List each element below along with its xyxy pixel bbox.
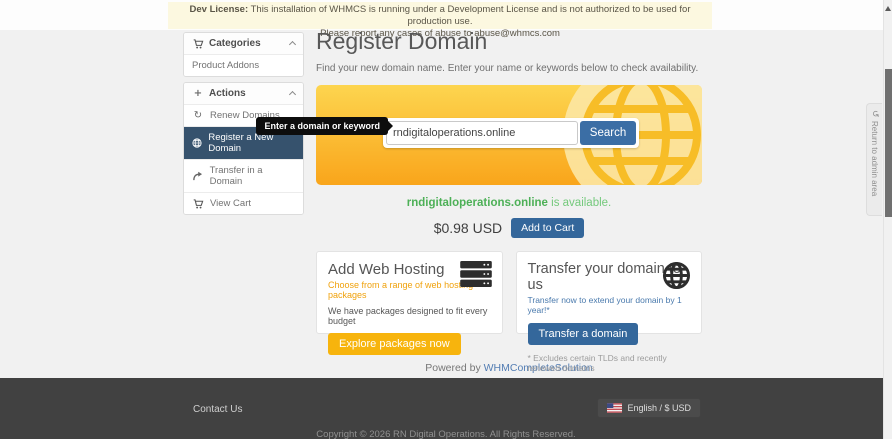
availability-status: is available.	[548, 197, 611, 209]
return-arrow-icon: ↺	[870, 110, 880, 118]
sidebar-item-product-addons[interactable]: Product Addons	[184, 54, 303, 76]
globe-icon	[662, 261, 691, 295]
return-to-admin-tab[interactable]: ↺ Return to admin area	[866, 103, 882, 216]
server-stack-icon	[460, 261, 492, 292]
page-title: Register Domain	[316, 28, 702, 55]
chevron-up-icon	[289, 41, 296, 48]
sidebar-item-transfer-domain[interactable]: Transfer in a Domain	[184, 159, 303, 192]
transfer-domain-button[interactable]: Transfer a domain	[528, 323, 639, 345]
transfer-arrow-icon	[192, 171, 204, 181]
copyright-text: Copyright © 2026 RN Digital Operations. …	[0, 429, 892, 439]
contact-us-link[interactable]: Contact Us	[193, 404, 242, 415]
globe-icon	[192, 138, 202, 148]
dev-license-label: Dev License:	[190, 4, 249, 15]
add-to-cart-button[interactable]: Add to Cart	[511, 218, 584, 238]
price-row: $0.98 USD Add to Cart	[316, 218, 702, 238]
transfer-panel-note: * Excludes certain TLDs and recently ren…	[528, 353, 691, 373]
sidebar-item-label: Product Addons	[192, 60, 259, 71]
sidebar-item-label: Transfer in a Domain	[210, 165, 295, 187]
actions-header[interactable]: + Actions	[184, 83, 303, 104]
search-button[interactable]: Search	[580, 121, 636, 145]
cart-icon	[192, 199, 204, 209]
hosting-panel-body: We have packages designed to fit every b…	[328, 306, 491, 326]
dev-license-text: This installation of WHMCS is running un…	[248, 4, 690, 27]
language-currency-button[interactable]: English / $ USD	[597, 398, 701, 418]
footer: Contact Us English / $ USD Copyright © 2…	[0, 378, 892, 439]
availability-message: rndigitaloperations.online is available.	[316, 197, 702, 209]
search-tooltip: Enter a domain or keyword	[256, 117, 388, 135]
sidebar-item-label: Register a New Domain	[208, 132, 295, 154]
language-label: English / $ USD	[627, 403, 691, 413]
scrollbar-thumb[interactable]	[885, 69, 892, 217]
domain-search-box: Search	[383, 118, 639, 148]
actions-panel: + Actions ↻ Renew Domains Register a New…	[183, 82, 304, 215]
actions-title: Actions	[209, 88, 246, 99]
domain-search-input[interactable]	[386, 121, 578, 145]
dev-license-banner: Dev License: This installation of WHMCS …	[168, 2, 712, 29]
categories-panel: Categories Product Addons	[183, 32, 304, 77]
page-scrollbar[interactable]	[883, 0, 892, 439]
explore-packages-button[interactable]: Explore packages now	[328, 333, 461, 355]
return-to-admin-label: Return to admin area	[870, 121, 879, 196]
powered-by-text: Powered by	[425, 362, 480, 374]
us-flag-icon	[607, 403, 622, 413]
plus-icon: +	[192, 89, 204, 99]
main-content: Register Domain Find your new domain nam…	[316, 28, 702, 374]
promo-panels: Add Web Hosting Choose from a range of w…	[316, 251, 702, 334]
cart-icon	[192, 39, 204, 49]
scrollbar-up-arrow[interactable]	[885, 3, 891, 11]
domain-price: $0.98 USD	[434, 220, 502, 236]
chevron-up-icon	[289, 91, 296, 98]
categories-title: Categories	[209, 38, 261, 49]
transfer-domain-panel: Transfer your domain to us Transfer now …	[516, 251, 703, 334]
available-domain-name: rndigitaloperations.online	[407, 197, 548, 209]
transfer-panel-subtitle: Transfer now to extend your domain by 1 …	[528, 295, 691, 315]
domain-search-hero: Search	[316, 85, 702, 185]
categories-header[interactable]: Categories	[184, 33, 303, 54]
web-hosting-panel: Add Web Hosting Choose from a range of w…	[316, 251, 503, 334]
dev-license-line1: Dev License: This installation of WHMCS …	[168, 4, 712, 28]
sidebar-item-label: View Cart	[210, 198, 251, 209]
sidebar-item-view-cart[interactable]: View Cart	[184, 192, 303, 214]
refresh-icon: ↻	[192, 111, 204, 121]
page-subtitle: Find your new domain name. Enter your na…	[316, 63, 702, 74]
